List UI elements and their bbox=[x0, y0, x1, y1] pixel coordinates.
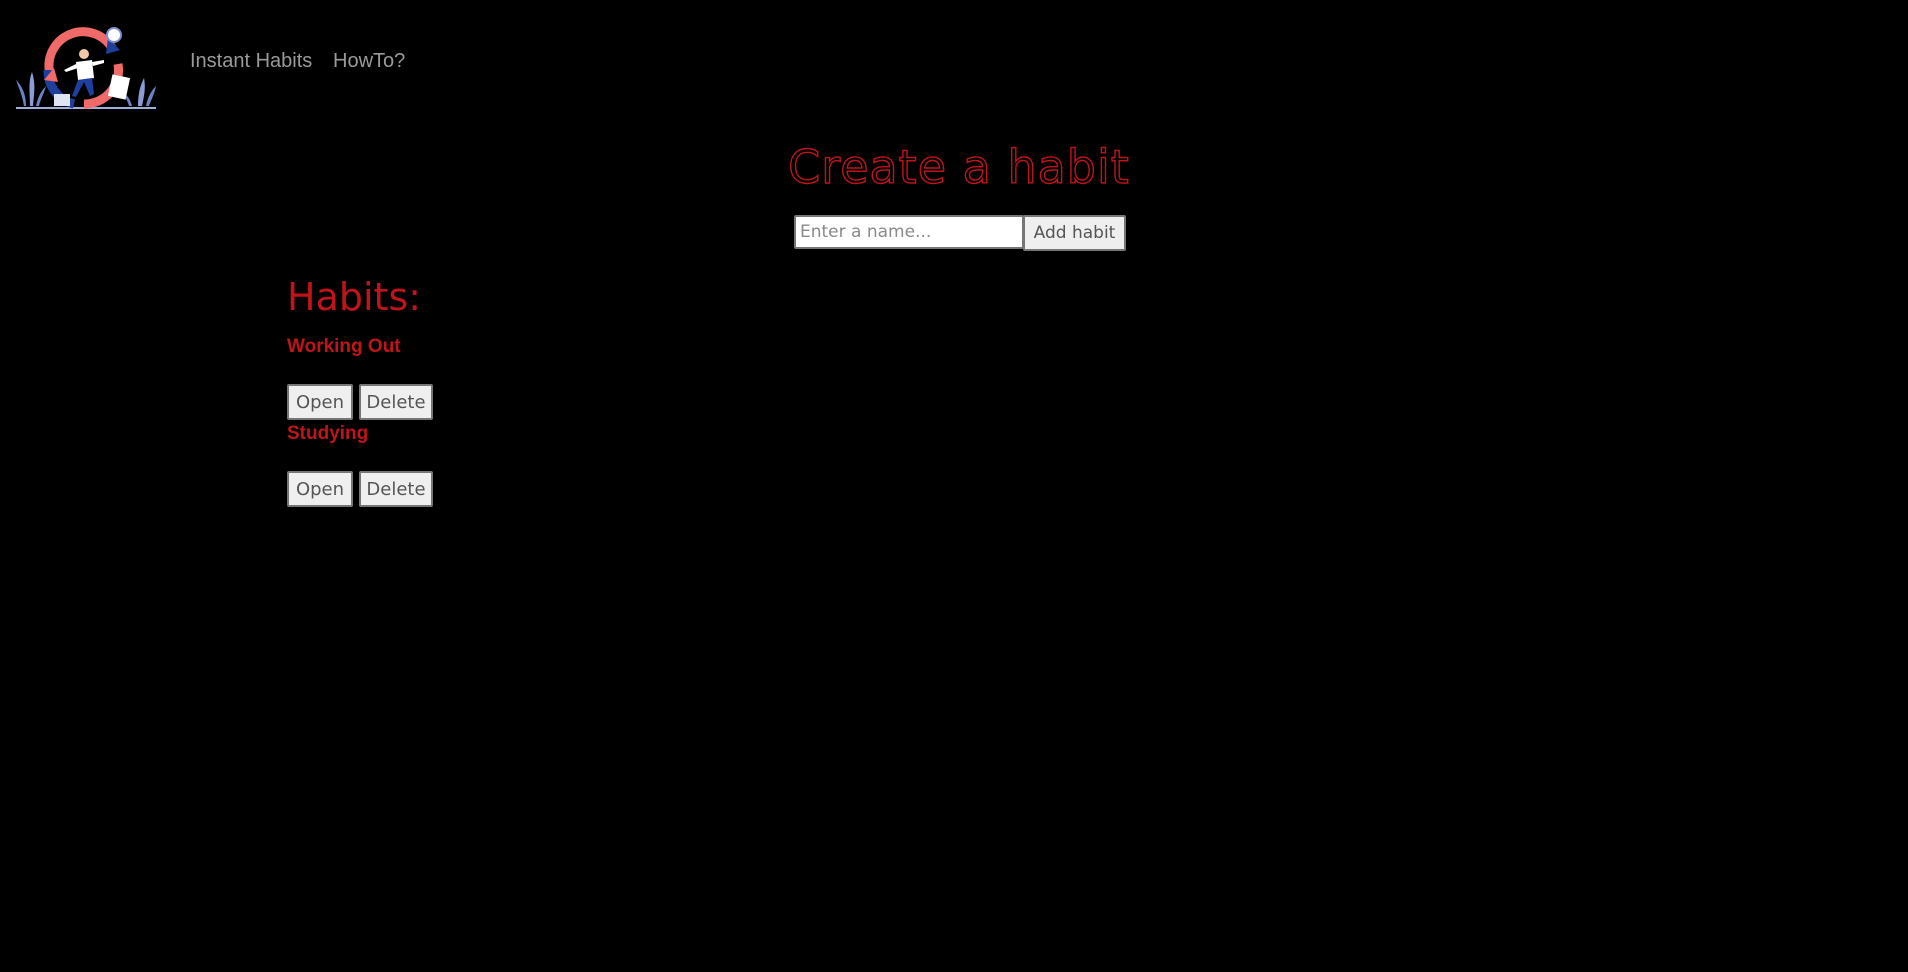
habits-heading: Habits: bbox=[287, 275, 422, 319]
open-habit-button[interactable]: Open bbox=[287, 384, 353, 420]
delete-habit-button[interactable]: Delete bbox=[359, 471, 433, 507]
top-navbar: Instant Habits HowTo? bbox=[0, 0, 1908, 120]
habit-name: Working Out bbox=[287, 336, 401, 357]
add-habit-button[interactable]: Add habit bbox=[1023, 215, 1126, 251]
habit-cycle-illustration-icon[interactable] bbox=[14, 24, 158, 110]
habit-item: Working Out Open Delete bbox=[287, 336, 687, 420]
page: Instant Habits HowTo? Create a habit Add… bbox=[0, 0, 1908, 972]
nav-link-instant-habits[interactable]: Instant Habits bbox=[190, 50, 312, 73]
habit-name: Studying bbox=[287, 423, 369, 444]
nav-link-howto[interactable]: HowTo? bbox=[333, 50, 405, 73]
habit-item: Studying Open Delete bbox=[287, 423, 687, 507]
habit-name-input[interactable] bbox=[794, 215, 1024, 249]
delete-habit-button[interactable]: Delete bbox=[359, 384, 433, 420]
create-habit-title: Create a habit bbox=[787, 139, 1130, 194]
open-habit-button[interactable]: Open bbox=[287, 471, 353, 507]
